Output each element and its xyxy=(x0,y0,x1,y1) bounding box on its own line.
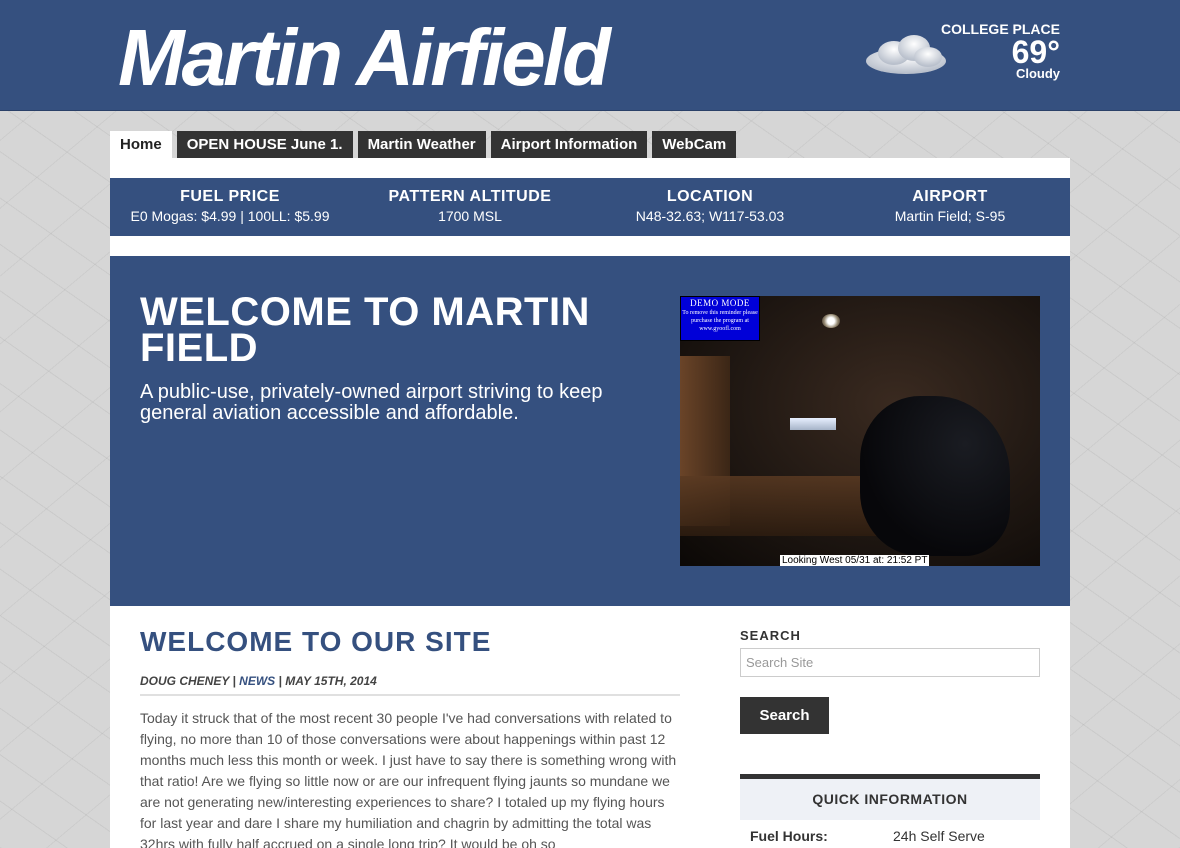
quick-information: QUICK INFORMATION Fuel Hours: 24h Self S… xyxy=(740,774,1040,848)
tab-home[interactable]: Home xyxy=(110,131,172,158)
article-title[interactable]: WELCOME TO OUR SITE xyxy=(140,626,680,658)
meta-separator: | xyxy=(229,674,240,688)
info-value: Martin Field; S-95 xyxy=(894,208,1006,224)
info-value: N48-32.63; W117-53.03 xyxy=(635,208,785,224)
info-fuel-price: FUEL PRICE E0 Mogas: $4.99 | 100LL: $5.9… xyxy=(110,178,350,236)
search-button[interactable]: Search xyxy=(740,697,829,734)
main-container: FUEL PRICE E0 Mogas: $4.99 | 100LL: $5.9… xyxy=(110,158,1070,848)
demo-text: To remove this reminder please purchase … xyxy=(682,310,758,332)
info-heading: FUEL PRICE xyxy=(180,188,280,205)
article-author: DOUG CHENEY xyxy=(140,674,230,688)
info-bar: FUEL PRICE E0 Mogas: $4.99 | 100LL: $5.9… xyxy=(110,178,1070,236)
tab-airport-information[interactable]: Airport Information xyxy=(490,131,648,158)
tab-webcam[interactable]: WebCam xyxy=(652,131,737,158)
info-location: LOCATION N48-32.63; W117-53.03 xyxy=(590,178,830,236)
tab-martin-weather[interactable]: Martin Weather xyxy=(357,131,486,158)
quick-information-title: QUICK INFORMATION xyxy=(740,779,1040,820)
sidebar: SEARCH Search QUICK INFORMATION Fuel Hou… xyxy=(740,628,1040,848)
webcam-scene-object xyxy=(860,396,1010,556)
site-header: Martin Airfield COLLEGE PLACE 69° Cloudy xyxy=(0,0,1180,111)
info-value: E0 Mogas: $4.99 | 100LL: $5.99 xyxy=(130,208,330,224)
weather-widget: COLLEGE PLACE 69° Cloudy xyxy=(941,21,1060,81)
webcam-demo-badge: DEMO MODE To remove this reminder please… xyxy=(680,296,760,341)
quick-info-row: Fuel Hours: 24h Self Serve xyxy=(740,820,1040,848)
webcam-image[interactable]: DEMO MODE To remove this reminder please… xyxy=(680,296,1040,566)
article-meta: DOUG CHENEY | NEWS | MAY 15TH, 2014 xyxy=(140,674,680,696)
info-heading: AIRPORT xyxy=(912,188,988,205)
main-nav: Home OPEN HOUSE June 1. Martin Weather A… xyxy=(110,131,737,158)
search-title: SEARCH xyxy=(740,628,801,643)
weather-condition: Cloudy xyxy=(1015,66,1060,81)
webcam-scene-light xyxy=(822,314,840,328)
article-date: MAY 15TH, 2014 xyxy=(285,674,377,688)
hero-title: WELCOME TO MARTIN FIELD xyxy=(140,290,590,370)
weather-temp: 69° xyxy=(1011,34,1060,70)
info-value: 1700 MSL xyxy=(438,208,502,224)
article-body: Today it struck that of the most recent … xyxy=(140,710,677,848)
webcam-scene-window xyxy=(790,418,836,430)
info-pattern-altitude: PATTERN ALTITUDE 1700 MSL xyxy=(350,178,590,236)
hero-subtitle: A public-use, privately-owned airport st… xyxy=(140,381,603,424)
site-logo[interactable]: Martin Airfield xyxy=(118,10,611,106)
quick-info-value: 24h Self Serve xyxy=(893,828,985,844)
info-airport: AIRPORT Martin Field; S-95 xyxy=(830,178,1070,236)
quick-info-key: Fuel Hours: xyxy=(750,828,828,844)
meta-separator: | xyxy=(275,674,286,688)
cloud-icon xyxy=(866,35,946,74)
info-heading: PATTERN ALTITUDE xyxy=(388,188,552,205)
webcam-caption: Looking West 05/31 at: 21:52 PT xyxy=(780,555,930,566)
search-input[interactable] xyxy=(740,648,1040,677)
tab-open-house[interactable]: OPEN HOUSE June 1. xyxy=(176,131,353,158)
info-heading: LOCATION xyxy=(666,188,754,205)
hero-banner: WELCOME TO MARTIN FIELD A public-use, pr… xyxy=(110,256,1070,606)
article-category-link[interactable]: NEWS xyxy=(239,674,275,688)
article: WELCOME TO OUR SITE DOUG CHENEY | NEWS |… xyxy=(140,626,680,848)
demo-title: DEMO MODE xyxy=(690,298,750,308)
